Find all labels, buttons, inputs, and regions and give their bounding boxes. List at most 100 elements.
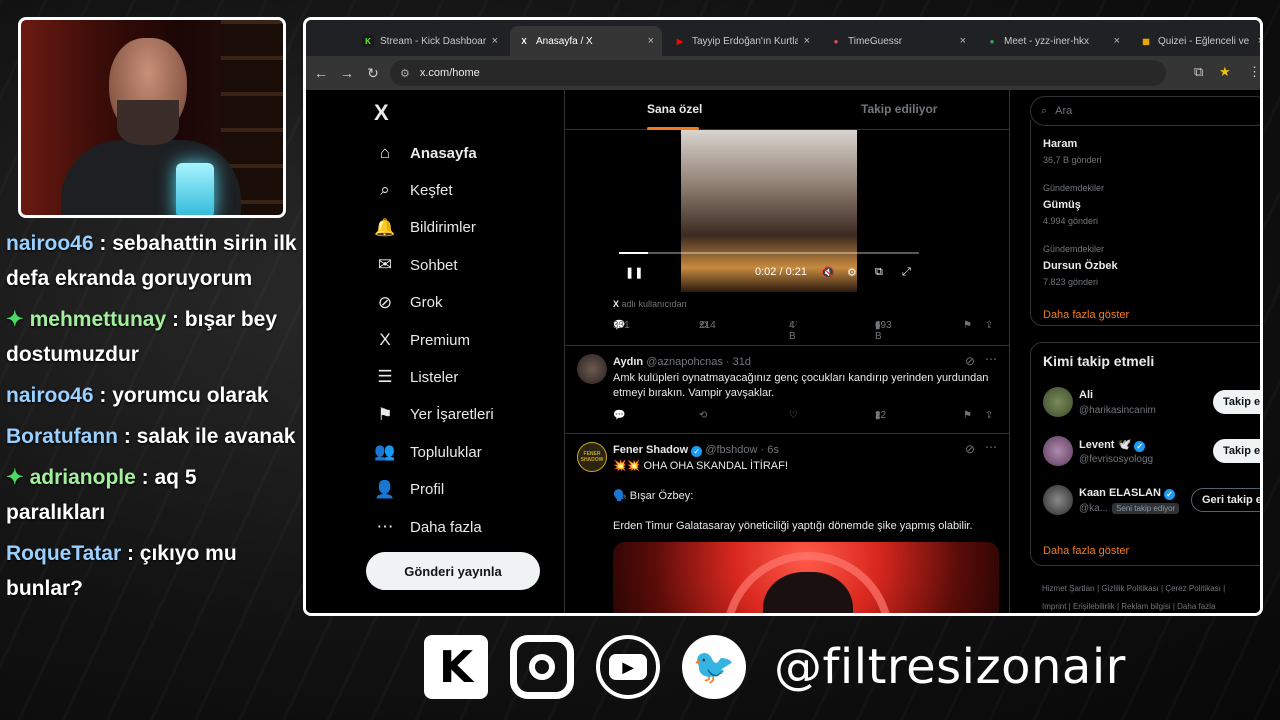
streamer-body: [61, 140, 241, 215]
avatar[interactable]: [1043, 485, 1073, 515]
show-more-link[interactable]: Daha fazla göster: [1043, 309, 1129, 321]
author-handle[interactable]: @aznapohcnas: [646, 356, 723, 368]
avatar[interactable]: [1043, 436, 1073, 466]
heart-icon[interactable]: ♡: [789, 410, 798, 421]
post-button[interactable]: Gönderi yayınla: [366, 552, 540, 590]
chat-username[interactable]: mehmettunay: [30, 308, 167, 331]
grok-icon[interactable]: ⊘: [965, 442, 975, 456]
nav-label: Keşfet: [410, 181, 453, 199]
tweet-text: Amk kulüpleri oynatmayacağınız genç çocu…: [613, 372, 989, 399]
nav-item-lists[interactable]: ☰ Listeler: [374, 362, 458, 392]
nav-item-home[interactable]: ⌂ Anasayfa: [374, 138, 477, 168]
avatar[interactable]: [1043, 387, 1073, 417]
lists-icon: ☰: [377, 367, 393, 387]
settings-icon[interactable]: ⚙: [847, 266, 857, 279]
follow-back-button[interactable]: Geri takip et: [1191, 488, 1260, 512]
retweet-icon[interactable]: ⟲: [699, 410, 707, 421]
chat-username[interactable]: Boratufann: [6, 425, 118, 448]
close-icon[interactable]: ×: [954, 35, 966, 47]
tab-4[interactable]: ● Meet - yzz-iner-hkx ×: [978, 26, 1128, 56]
notifications-icon: 🔔: [374, 217, 396, 237]
tab-0[interactable]: K Stream - Kick Dashboard ×: [354, 26, 506, 56]
footer-links[interactable]: Hizmet Şartları | Gizlilik Politikası | …: [1042, 584, 1225, 593]
close-icon[interactable]: ×: [1252, 35, 1260, 47]
chat-text: : yorumcu olarak: [99, 384, 269, 407]
tab-following[interactable]: Takip ediliyor: [861, 102, 937, 116]
tab-for-you[interactable]: Sana özel: [647, 102, 702, 116]
chat-username[interactable]: nairoo46: [6, 384, 94, 407]
address-bar[interactable]: ⚙ x.com/home: [390, 60, 1166, 86]
author-name[interactable]: Aydın: [613, 356, 643, 368]
nav-item-chat[interactable]: ✉ Sohbet: [374, 250, 458, 280]
forward-icon[interactable]: →: [334, 65, 360, 81]
site-info-icon[interactable]: ⚙: [400, 67, 410, 80]
share-icon[interactable]: ⇪: [985, 320, 993, 331]
mute-icon[interactable]: 🔇: [821, 266, 835, 279]
fullscreen-icon[interactable]: ⤢: [902, 266, 911, 279]
close-icon[interactable]: ×: [486, 35, 498, 47]
more-icon[interactable]: ⋯: [985, 352, 997, 366]
suggestion-name[interactable]: Kaan ELASLAN ✓: [1079, 487, 1175, 500]
trend-count: 4.994 gönderi: [1043, 216, 1099, 226]
pause-icon[interactable]: ❚❚: [625, 266, 643, 279]
chat-username[interactable]: adrianople: [30, 466, 136, 489]
nav-item-profile[interactable]: 👤 Profil: [374, 475, 444, 505]
bookmark-icon[interactable]: ⚑: [963, 410, 972, 421]
kick-icon: K: [362, 35, 374, 47]
nav-item-premium[interactable]: X Premium: [374, 325, 470, 355]
avatar[interactable]: [577, 354, 607, 384]
tweet-video[interactable]: ❚❚ 0:02 / 0:21 🔇 ⚙ ⧉ ⤢: [613, 130, 925, 292]
pip-icon[interactable]: ⧉: [875, 266, 883, 279]
x-logo-icon[interactable]: X: [374, 100, 389, 126]
chat-username[interactable]: nairoo46: [6, 232, 94, 255]
tweet-line-2: 🗣️ Bışar Özbey:: [613, 490, 694, 502]
install-icon[interactable]: ⧉: [1194, 64, 1203, 80]
avatar[interactable]: FENER SHADOW: [577, 442, 607, 472]
reply-icon[interactable]: 💬: [613, 410, 625, 421]
trend-name[interactable]: Haram: [1043, 138, 1077, 150]
chat-message: ✦ mehmettunay : bışar bey dostumuzdur: [6, 302, 301, 372]
tab-title: Anasayfa / X: [536, 35, 593, 47]
bookmarks-icon: ⚑: [377, 404, 393, 424]
show-more-link[interactable]: Daha fazla göster: [1043, 545, 1129, 557]
bookmark-star-icon[interactable]: ★: [1219, 64, 1231, 80]
footer-links[interactable]: Imprint | Erişilebilirlik | Reklam bilgi…: [1042, 602, 1215, 611]
close-icon[interactable]: ×: [642, 35, 654, 47]
reload-icon[interactable]: ↻: [360, 65, 386, 82]
browser-toolbar: ← → ↻ ⚙ x.com/home ⧉ ★ ⋮: [306, 56, 1260, 90]
chat-message: nairoo46 : sebahattin sirin ilk defa ekr…: [6, 226, 301, 296]
grok-icon[interactable]: ⊘: [965, 354, 975, 368]
handle-text: @ka...: [1079, 503, 1109, 514]
video-progress[interactable]: [619, 252, 919, 254]
follow-button[interactable]: Takip et: [1213, 439, 1260, 463]
source-text: adlı kullanıcıdan: [621, 299, 687, 309]
trend-name[interactable]: Gümüş: [1043, 199, 1081, 211]
tab-3[interactable]: ● TimeGuessr ×: [822, 26, 974, 56]
tab-1[interactable]: X Anasayfa / X ×: [510, 26, 662, 56]
trend-name[interactable]: Dursun Özbek: [1043, 260, 1118, 272]
more-icon[interactable]: ⋯: [985, 440, 997, 454]
nav-label: Grok: [410, 294, 443, 312]
author-name[interactable]: Fener Shadow: [613, 444, 688, 456]
chat-username[interactable]: RoqueTatar: [6, 542, 121, 565]
tweet-image[interactable]: [613, 542, 999, 613]
nav-item-bookmarks[interactable]: ⚑ Yer İşaretleri: [374, 400, 493, 430]
bookmark-icon[interactable]: ⚑: [963, 320, 972, 331]
nav-item-explore[interactable]: ⌕ Keşfet: [374, 175, 453, 205]
tab-2[interactable]: ▶ Tayyip Erdoğan'ın Kurtla ×: [666, 26, 818, 56]
suggestion-name[interactable]: Levent 🕊️ ✓: [1079, 438, 1146, 452]
share-icon[interactable]: ⇪: [985, 410, 993, 421]
extensions-icon[interactable]: ⋮: [1248, 64, 1260, 80]
nav-item-more[interactable]: ⋯ Daha fazla: [374, 512, 482, 542]
handle-text: @harikasincanim: [1079, 405, 1156, 416]
nav-item-notifications[interactable]: 🔔 Bildirimler: [374, 213, 475, 243]
author-handle[interactable]: @fbshdow: [705, 444, 757, 456]
close-icon[interactable]: ×: [1108, 35, 1120, 47]
nav-item-grok[interactable]: ⊘ Grok: [374, 288, 443, 318]
close-icon[interactable]: ×: [798, 35, 810, 47]
back-icon[interactable]: ←: [308, 65, 334, 81]
nav-item-communities[interactable]: 👥 Topluluklar: [374, 437, 481, 467]
follow-button[interactable]: Takip et: [1213, 390, 1260, 414]
tab-5[interactable]: ▦ Quizei - Eğlenceli ve eti×: [1132, 26, 1260, 56]
suggestion-name[interactable]: Ali: [1079, 389, 1093, 401]
